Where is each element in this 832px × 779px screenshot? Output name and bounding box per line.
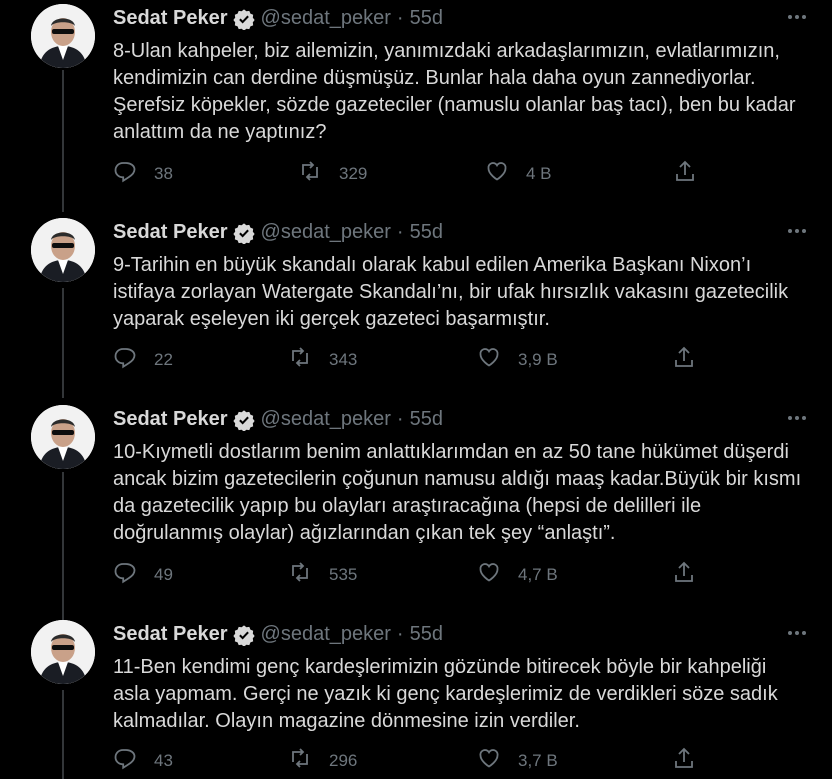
verified-badge-icon <box>232 8 255 31</box>
reply-bubble-icon <box>113 345 154 374</box>
author-name[interactable]: Sedat Peker <box>113 623 228 646</box>
tweet[interactable]: Sedat Peker @sedat_peker · 55d 8-Ulan ka… <box>0 4 832 190</box>
share-button[interactable] <box>673 159 714 188</box>
retweet-button[interactable]: 535 <box>288 560 357 589</box>
more-dots-icon[interactable] <box>786 220 808 242</box>
like-button[interactable]: 4 B <box>485 159 552 188</box>
author-handle[interactable]: @sedat_peker <box>261 7 391 30</box>
more-dots-icon[interactable] <box>786 6 808 28</box>
retweet-icon <box>298 159 339 188</box>
header-separator: · <box>396 408 404 430</box>
tweet-text: 8-Ulan kahpeler, biz ailemizin, yanımızd… <box>113 40 796 143</box>
tweet-header: Sedat Peker @sedat_peker · 55d <box>113 221 443 245</box>
tweet-text: 10-Kıymetli dostlarım benim anlattıkları… <box>113 441 802 544</box>
share-icon <box>672 345 713 374</box>
like-count: 3,7 B <box>518 750 558 770</box>
retweet-icon <box>288 345 329 374</box>
author-name[interactable]: Sedat Peker <box>113 408 228 431</box>
author-handle[interactable]: @sedat_peker <box>261 221 391 244</box>
heart-icon <box>477 746 518 775</box>
tweet-header: Sedat Peker @sedat_peker · 55d <box>113 623 443 647</box>
like-count: 4,7 B <box>518 564 558 584</box>
tweet-text: 9-Tarihin en büyük skandalı olarak kabul… <box>113 254 789 330</box>
reply-button[interactable]: 43 <box>113 746 173 775</box>
retweet-button[interactable]: 343 <box>288 345 357 374</box>
like-count: 3,9 B <box>518 349 558 369</box>
avatar[interactable] <box>31 620 95 684</box>
heart-icon <box>477 345 518 374</box>
reply-count: 49 <box>154 564 173 584</box>
tweet[interactable]: Sedat Peker @sedat_peker · 55d 9-Tarihin… <box>0 218 832 374</box>
tweet-time[interactable]: 55d <box>410 221 443 244</box>
reply-bubble-icon <box>113 560 154 589</box>
reply-count: 22 <box>154 349 173 369</box>
author-name[interactable]: Sedat Peker <box>113 7 228 30</box>
reply-bubble-icon <box>113 746 154 775</box>
retweet-count: 296 <box>329 750 358 770</box>
retweet-button[interactable]: 329 <box>298 159 367 188</box>
verified-badge-icon <box>232 409 255 432</box>
verified-badge-icon <box>232 222 255 245</box>
share-icon <box>673 159 714 188</box>
more-dots-icon[interactable] <box>786 407 808 429</box>
reply-count: 38 <box>154 163 173 183</box>
retweet-icon <box>288 746 329 775</box>
tweet-time[interactable]: 55d <box>410 408 443 431</box>
share-icon <box>672 560 713 589</box>
tweet-actions: 22 343 3,9 B <box>113 345 703 371</box>
author-handle[interactable]: @sedat_peker <box>261 408 391 431</box>
tweet-time[interactable]: 55d <box>410 7 443 30</box>
reply-button[interactable]: 49 <box>113 560 173 589</box>
tweet-actions: 38 329 4 B <box>113 159 703 185</box>
retweet-count: 535 <box>329 564 358 584</box>
tweet[interactable]: Sedat Peker @sedat_peker · 55d 11-Ben ke… <box>0 620 832 779</box>
tweet-header: Sedat Peker @sedat_peker · 55d <box>113 7 443 31</box>
header-separator: · <box>396 221 404 243</box>
author-name[interactable]: Sedat Peker <box>113 221 228 244</box>
share-icon <box>672 746 713 775</box>
tweet-actions: 49 535 4,7 B <box>113 560 703 586</box>
reply-count: 43 <box>154 750 173 770</box>
author-handle[interactable]: @sedat_peker <box>261 623 391 646</box>
more-dots-icon[interactable] <box>786 622 808 644</box>
share-button[interactable] <box>672 746 713 775</box>
verified-badge-icon <box>232 624 255 647</box>
avatar[interactable] <box>31 4 95 68</box>
reply-bubble-icon <box>113 159 154 188</box>
reply-button[interactable]: 38 <box>113 159 173 188</box>
like-count: 4 B <box>526 163 552 183</box>
header-separator: · <box>396 7 404 29</box>
tweet-time[interactable]: 55d <box>410 623 443 646</box>
avatar[interactable] <box>31 218 95 282</box>
like-button[interactable]: 3,9 B <box>477 345 558 374</box>
tweet-header: Sedat Peker @sedat_peker · 55d <box>113 408 443 432</box>
retweet-icon <box>288 560 329 589</box>
share-button[interactable] <box>672 560 713 589</box>
heart-icon <box>477 560 518 589</box>
tweet[interactable]: Sedat Peker @sedat_peker · 55d 10-Kıymet… <box>0 405 832 591</box>
avatar[interactable] <box>31 405 95 469</box>
share-button[interactable] <box>672 345 713 374</box>
heart-icon <box>485 159 526 188</box>
tweet-text: 11-Ben kendimi genç kardeşlerimizin gözü… <box>113 656 778 732</box>
like-button[interactable]: 4,7 B <box>477 560 558 589</box>
retweet-count: 329 <box>339 163 368 183</box>
reply-button[interactable]: 22 <box>113 345 173 374</box>
retweet-count: 343 <box>329 349 358 369</box>
header-separator: · <box>396 623 404 645</box>
tweet-actions: 43 296 3,7 B <box>113 746 703 772</box>
like-button[interactable]: 3,7 B <box>477 746 558 775</box>
retweet-button[interactable]: 296 <box>288 746 357 775</box>
